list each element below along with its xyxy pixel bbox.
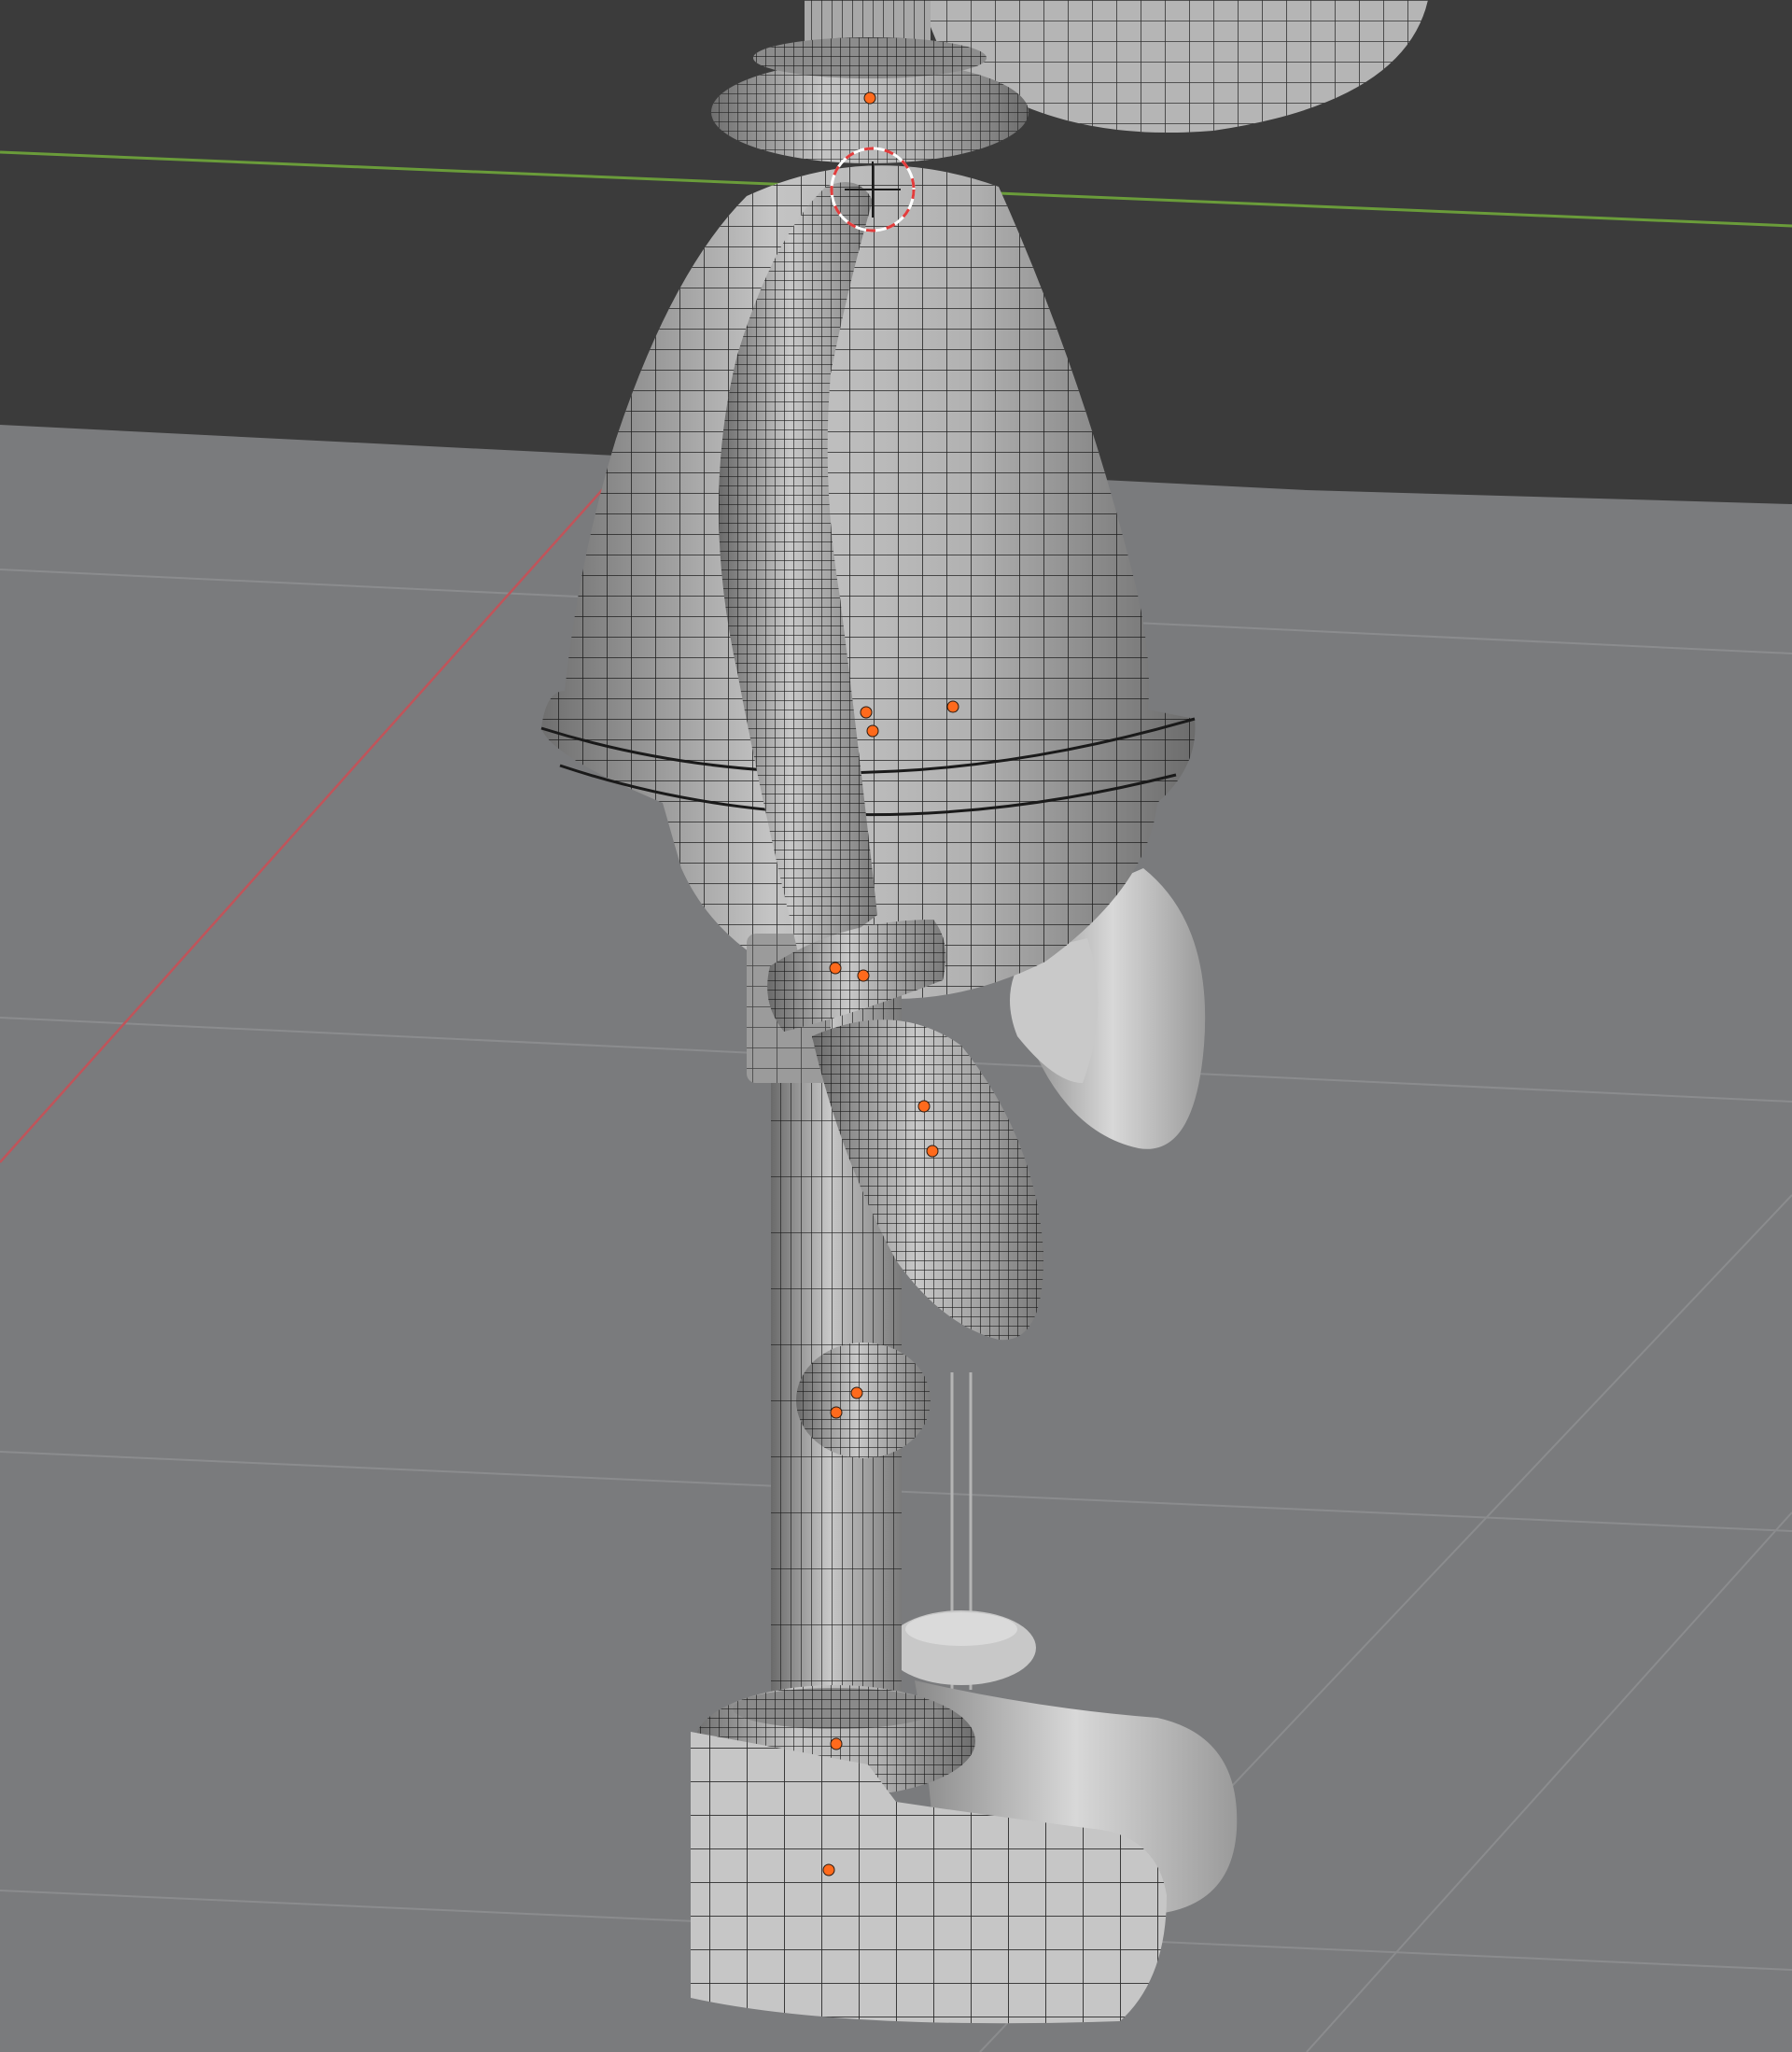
origin-point xyxy=(863,91,876,105)
viewport-scene[interactable] xyxy=(0,0,1792,2052)
origin-point xyxy=(829,962,842,975)
origin-point xyxy=(822,1863,835,1876)
origin-point xyxy=(917,1100,931,1113)
origin-point xyxy=(946,700,959,713)
origin-point xyxy=(830,1406,843,1419)
origin-point xyxy=(857,969,870,982)
3d-viewport[interactable] xyxy=(0,0,1792,2052)
origin-point xyxy=(860,706,873,719)
origin-point xyxy=(830,1737,843,1750)
knee-joint-object[interactable] xyxy=(796,1342,931,1458)
origin-point xyxy=(926,1145,939,1158)
origin-point xyxy=(866,724,879,738)
origin-point xyxy=(850,1386,863,1399)
